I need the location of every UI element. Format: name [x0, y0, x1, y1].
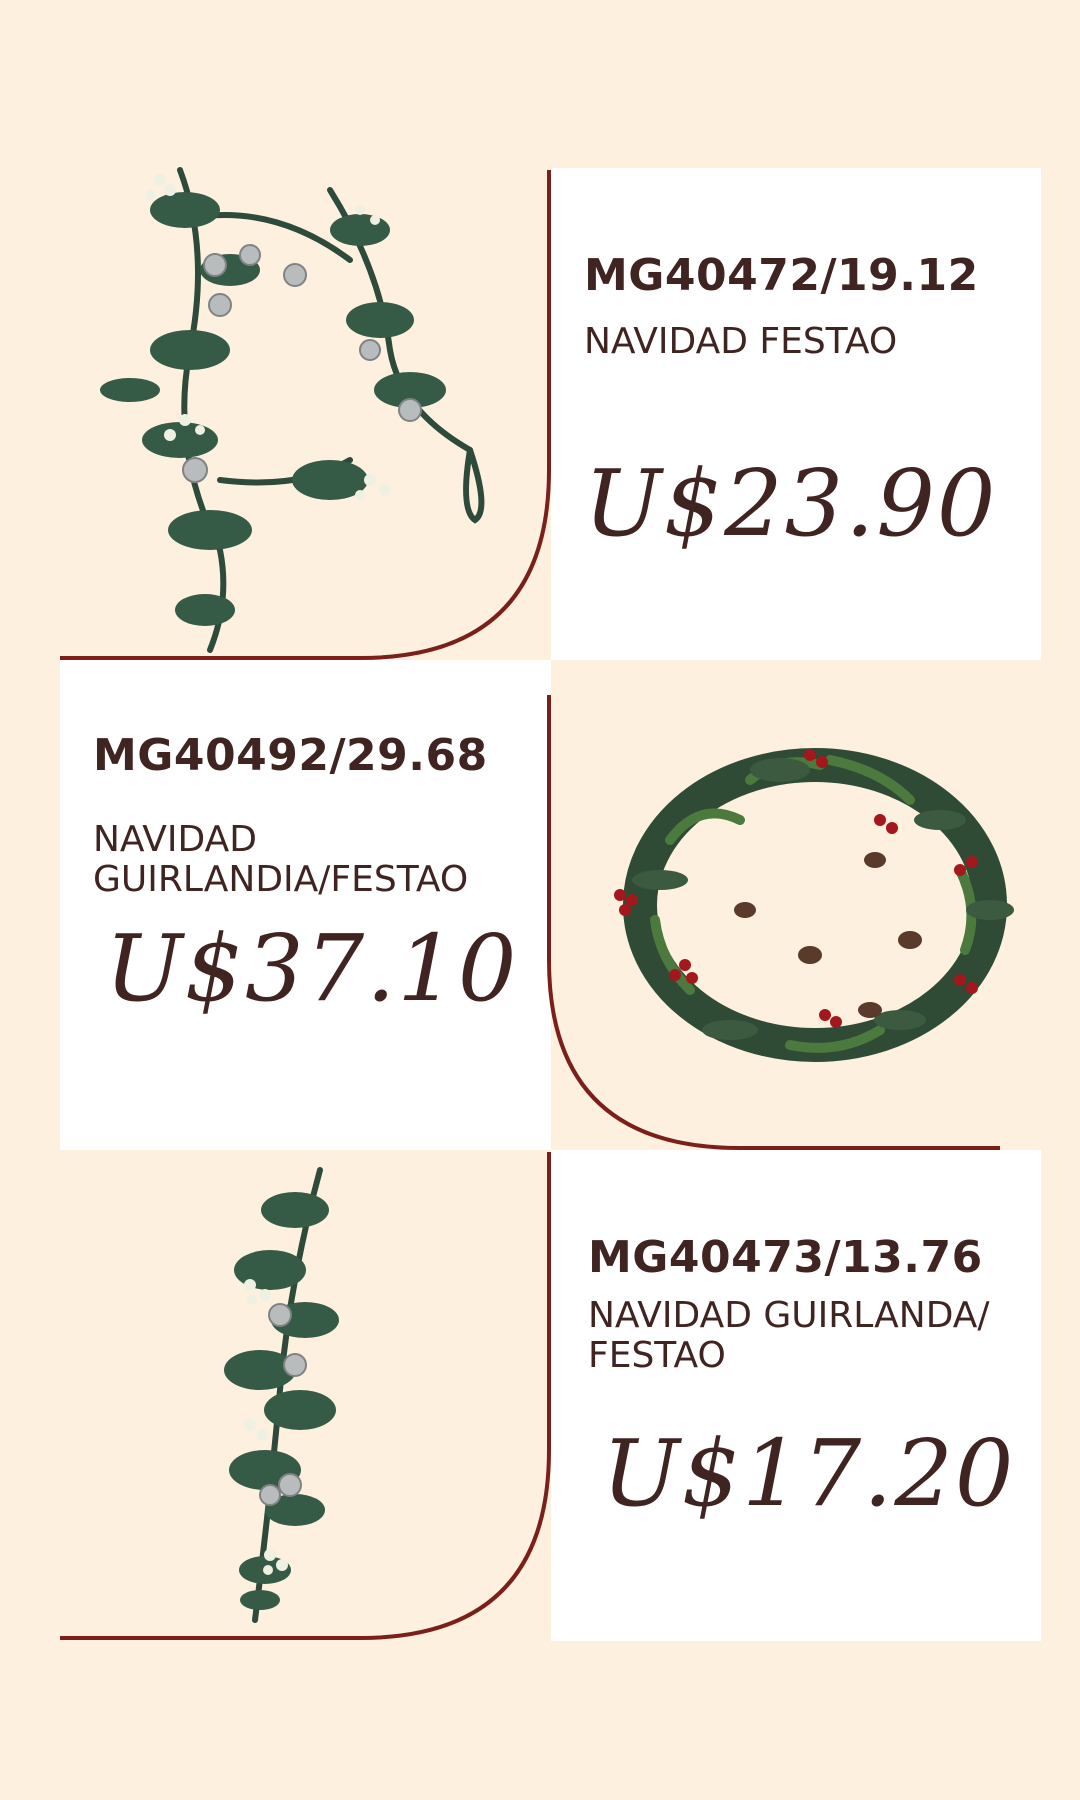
- product-3-price: U$17.20: [602, 1420, 1016, 1527]
- product-2-description: NAVIDAD GUIRLANDIA/FESTAO: [93, 820, 468, 900]
- product-3-description-line-2: FESTAO: [588, 1335, 726, 1376]
- product-1-code: MG40472/19.12: [584, 250, 979, 301]
- product-3-swag-image: [224, 1167, 339, 1623]
- product-1-garland-image: [100, 167, 485, 653]
- product-2-price: U$37.10: [105, 915, 519, 1022]
- product-2-wreath-image: [614, 748, 1014, 1062]
- product-3-code: MG40473/13.76: [588, 1232, 983, 1283]
- product-2-description-line-2: GUIRLANDIA/FESTAO: [93, 859, 469, 900]
- product-1-price: U$23.90: [584, 450, 998, 557]
- product-1-description: NAVIDAD FESTAO: [584, 321, 898, 362]
- product-2-code: MG40492/29.68: [93, 730, 488, 781]
- product-3-description-line-1: NAVIDAD GUIRLANDA/: [588, 1295, 990, 1336]
- product-3-description: NAVIDAD GUIRLANDA/ FESTAO: [588, 1296, 990, 1376]
- product-2-description-line-1: NAVIDAD: [93, 819, 257, 860]
